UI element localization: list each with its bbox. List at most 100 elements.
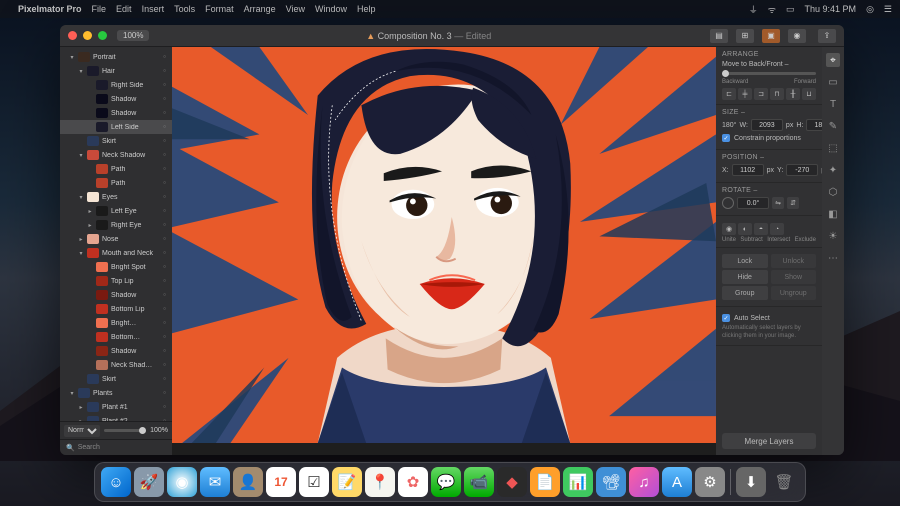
spotlight-icon[interactable]: ◎	[866, 4, 874, 15]
dock-mail[interactable]: ✉	[200, 467, 230, 497]
tool-button[interactable]: T	[826, 97, 840, 111]
rotate-dial[interactable]	[722, 197, 734, 209]
layer-item[interactable]: Skirt○	[60, 134, 172, 148]
layer-item[interactable]: ▾Plants○	[60, 386, 172, 400]
path-unite[interactable]: ◉	[722, 223, 736, 235]
layer-item[interactable]: Shadow○	[60, 288, 172, 302]
layer-item[interactable]: ▾Neck Shadow○	[60, 148, 172, 162]
dock-downloads[interactable]: ⬇	[736, 467, 766, 497]
dock-reminders[interactable]: ☑	[299, 467, 329, 497]
layer-item[interactable]: Shadow○	[60, 106, 172, 120]
layer-item[interactable]: Neck Shad…○	[60, 358, 172, 372]
dock-pixelmator[interactable]: ◆	[497, 467, 527, 497]
dock-notes[interactable]: 📝	[332, 467, 362, 497]
menu-format[interactable]: Format	[205, 4, 234, 14]
dock-launchpad[interactable]: 🚀	[134, 467, 164, 497]
dock-messages[interactable]: 💬	[431, 467, 461, 497]
angle-input[interactable]	[737, 197, 769, 209]
align-vcenter[interactable]: ╫	[786, 88, 800, 100]
x-input[interactable]	[732, 164, 764, 176]
menu-file[interactable]: File	[92, 4, 107, 14]
layer-item[interactable]: Bright Spot○	[60, 260, 172, 274]
layer-item[interactable]: Top Lip○	[60, 274, 172, 288]
path-exclude[interactable]: ◔	[770, 223, 784, 235]
toolbar-share-button[interactable]: ⇪	[818, 29, 836, 43]
siri-icon[interactable]: ☰	[884, 4, 892, 15]
ungroup-button[interactable]: Ungroup	[771, 286, 817, 300]
menu-view[interactable]: View	[286, 4, 305, 14]
flip-v[interactable]: ⇵	[787, 197, 799, 209]
dock-appstore[interactable]: A	[662, 467, 692, 497]
layers-search[interactable]: 🔍 Search	[60, 439, 172, 455]
app-name[interactable]: Pixelmator Pro	[18, 4, 82, 14]
align-bottom[interactable]: ⊔	[802, 88, 816, 100]
dock-finder[interactable]: ☺	[101, 467, 131, 497]
clock[interactable]: Thu 9:41 PM	[805, 4, 857, 14]
width-input[interactable]	[751, 119, 783, 131]
layer-item[interactable]: ▾Eyes○	[60, 190, 172, 204]
show-button[interactable]: Show	[771, 270, 817, 284]
dock-maps[interactable]: 📍	[365, 467, 395, 497]
canvas[interactable]	[172, 47, 716, 455]
menu-window[interactable]: Window	[315, 4, 347, 14]
menu-help[interactable]: Help	[357, 4, 376, 14]
constrain-checkbox[interactable]: ✓	[722, 134, 730, 142]
zoom-level[interactable]: 100%	[117, 30, 149, 41]
dock-trash[interactable]: 🗑	[769, 467, 799, 497]
toolbar-style-button[interactable]: ◉	[788, 29, 806, 43]
layer-item[interactable]: Shadow○	[60, 92, 172, 106]
lock-button[interactable]: Lock	[722, 254, 768, 268]
layer-item[interactable]: ▸Right Eye○	[60, 218, 172, 232]
tool-button[interactable]: ⬚	[826, 141, 840, 155]
align-right[interactable]: ⊐	[754, 88, 768, 100]
layer-item[interactable]: Right Side○	[60, 78, 172, 92]
menu-tools[interactable]: Tools	[174, 4, 195, 14]
dock-facetime[interactable]: 📹	[464, 467, 494, 497]
minimize-button[interactable]	[83, 31, 92, 40]
autoselect-checkbox[interactable]: ✓	[722, 314, 730, 322]
hide-button[interactable]: Hide	[722, 270, 768, 284]
fullscreen-button[interactable]	[98, 31, 107, 40]
dock-preferences[interactable]: ⚙	[695, 467, 725, 497]
tool-button[interactable]: ⬡	[826, 185, 840, 199]
tool-button[interactable]: ⌖	[826, 53, 840, 67]
close-button[interactable]	[68, 31, 77, 40]
align-top[interactable]: ⊓	[770, 88, 784, 100]
wifi-icon[interactable]: ⏚	[749, 3, 758, 16]
blend-mode-select[interactable]: Normal	[64, 425, 100, 437]
layer-item[interactable]: Bright…○	[60, 316, 172, 330]
wifi-icon[interactable]: ᯤ	[768, 3, 776, 16]
layer-item[interactable]: Path○	[60, 162, 172, 176]
layer-item[interactable]: Skirt○	[60, 372, 172, 386]
depth-slider[interactable]	[722, 72, 816, 75]
unlock-button[interactable]: Unlock	[771, 254, 817, 268]
align-hcenter[interactable]: ╪	[738, 88, 752, 100]
menu-arrange[interactable]: Arrange	[244, 4, 276, 14]
dock-photos[interactable]: ✿	[398, 467, 428, 497]
dock-itunes[interactable]: ♫	[629, 467, 659, 497]
dock-contacts[interactable]: 👤	[233, 467, 263, 497]
dock-calendar[interactable]: 17	[266, 467, 296, 497]
layer-item[interactable]: Left Side○	[60, 120, 172, 134]
menu-insert[interactable]: Insert	[142, 4, 165, 14]
layer-item[interactable]: ▾Hair○	[60, 64, 172, 78]
layer-item[interactable]: ▸Plant #1○	[60, 400, 172, 414]
layer-item[interactable]: ▸Left Eye○	[60, 204, 172, 218]
opacity-slider[interactable]	[104, 429, 146, 432]
tool-button[interactable]: ☀	[826, 229, 840, 243]
layer-item[interactable]: Bottom Lip○	[60, 302, 172, 316]
path-subtract[interactable]: ◐	[738, 223, 752, 235]
toolbar-arrange-button[interactable]: ▣	[762, 29, 780, 43]
toolbar-layers-button[interactable]: ▤	[710, 29, 728, 43]
layer-item[interactable]: Path○	[60, 176, 172, 190]
dock-numbers[interactable]: 📊	[563, 467, 593, 497]
tool-button[interactable]: ✦	[826, 163, 840, 177]
group-button[interactable]: Group	[722, 286, 768, 300]
layer-item[interactable]: ▸Plant #2○	[60, 414, 172, 421]
toolbar-info-button[interactable]: ⊞	[736, 29, 754, 43]
dock-pages[interactable]: 📄	[530, 467, 560, 497]
menu-edit[interactable]: Edit	[116, 4, 132, 14]
tool-button[interactable]: ▭	[826, 75, 840, 89]
dock-keynote[interactable]: 📽	[596, 467, 626, 497]
battery-icon[interactable]: ▭	[786, 4, 795, 15]
